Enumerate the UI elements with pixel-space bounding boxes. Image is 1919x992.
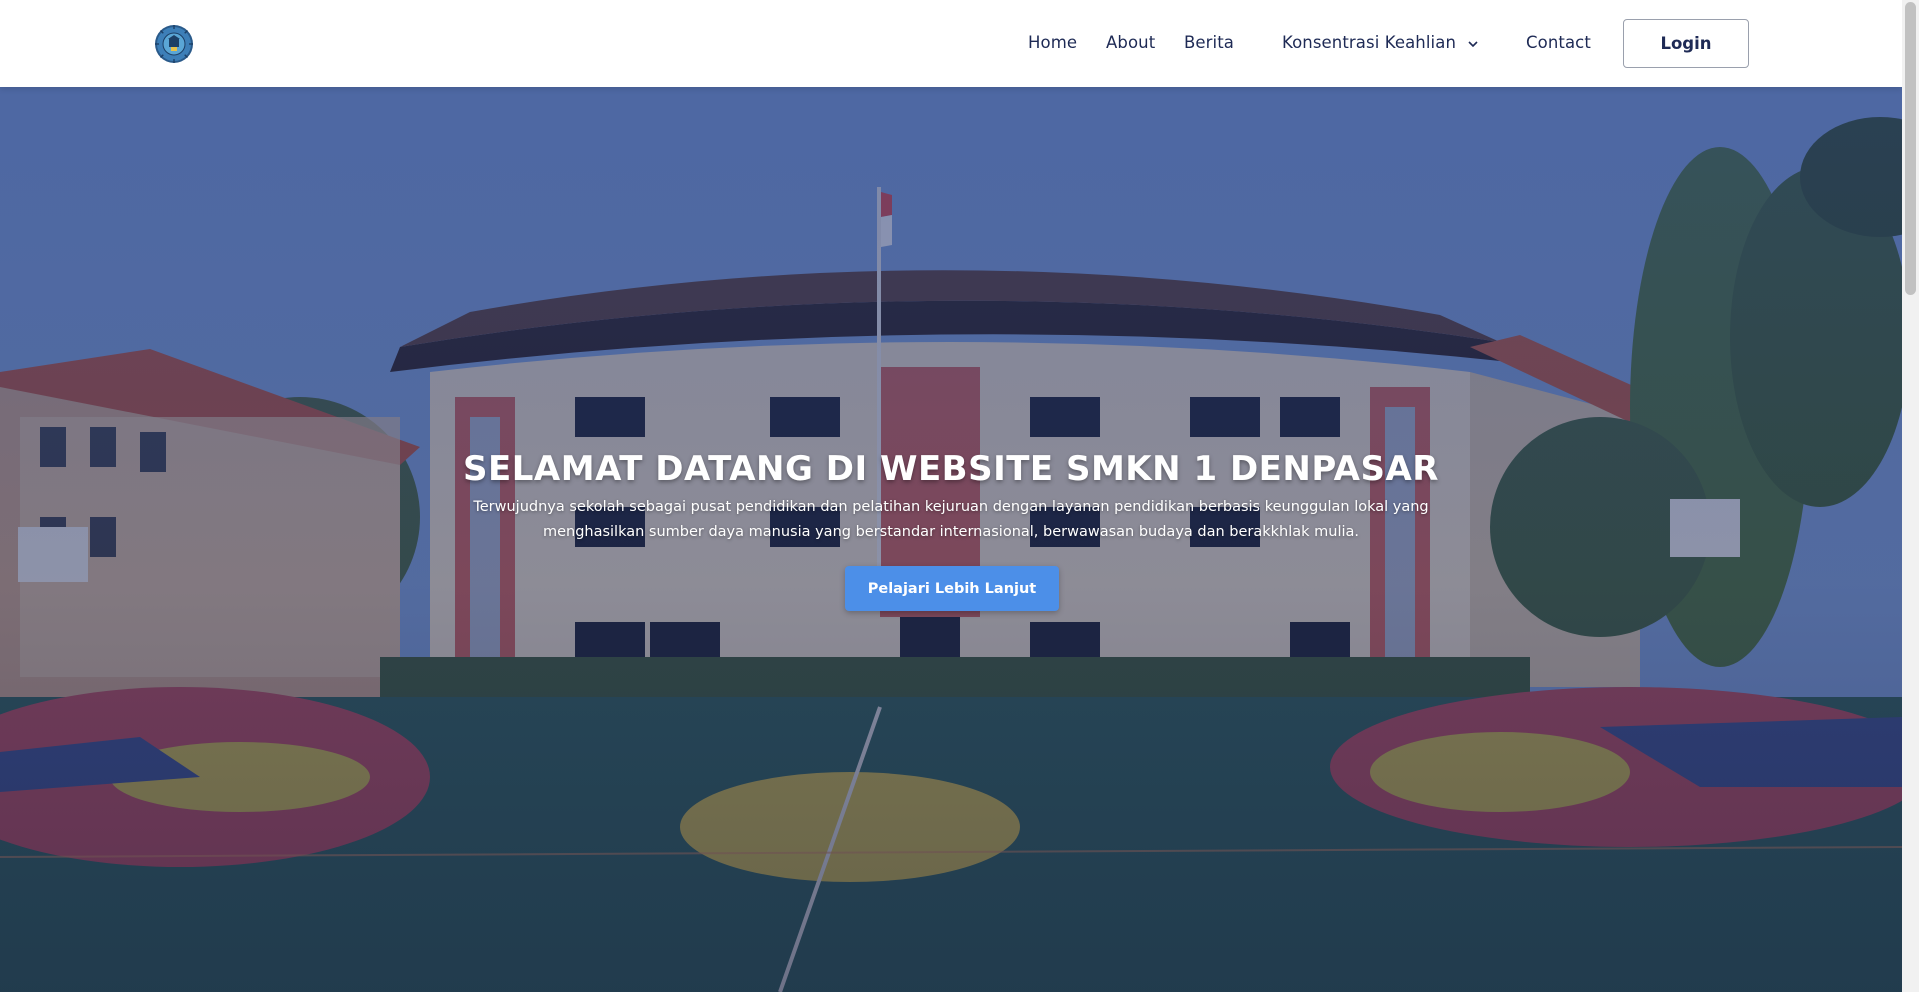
- nav-link-contact[interactable]: Contact: [1526, 33, 1591, 52]
- learn-more-button[interactable]: Pelajari Lebih Lanjut: [845, 566, 1059, 611]
- nav-link-berita[interactable]: Berita: [1184, 33, 1234, 52]
- hero-description: Terwujudnya sekolah sebagai pusat pendid…: [473, 499, 1429, 540]
- scrollbar-thumb[interactable]: [1905, 2, 1916, 295]
- school-emblem-icon[interactable]: [154, 24, 194, 64]
- hero-content: SELAMAT DATANG DI WEBSITE SMKN 1 DENPASA…: [0, 87, 1902, 992]
- chevron-down-icon: [1466, 36, 1480, 50]
- nav-link-home[interactable]: Home: [1028, 33, 1077, 52]
- login-button[interactable]: Login: [1623, 19, 1749, 68]
- hero-section: SELAMAT DATANG DI WEBSITE SMKN 1 DENPASA…: [0, 87, 1902, 992]
- navbar: Home About Berita Konsentrasi Keahlian C…: [0, 0, 1902, 87]
- nav-link-about[interactable]: About: [1106, 33, 1155, 52]
- hero-title: SELAMAT DATANG DI WEBSITE SMKN 1 DENPASA…: [463, 449, 1439, 489]
- nav-dropdown-konsentrasi-keahlian[interactable]: Konsentrasi Keahlian: [1282, 33, 1480, 52]
- nav-dropdown-label: Konsentrasi Keahlian: [1282, 33, 1457, 52]
- page-scrollbar[interactable]: [1902, 0, 1919, 992]
